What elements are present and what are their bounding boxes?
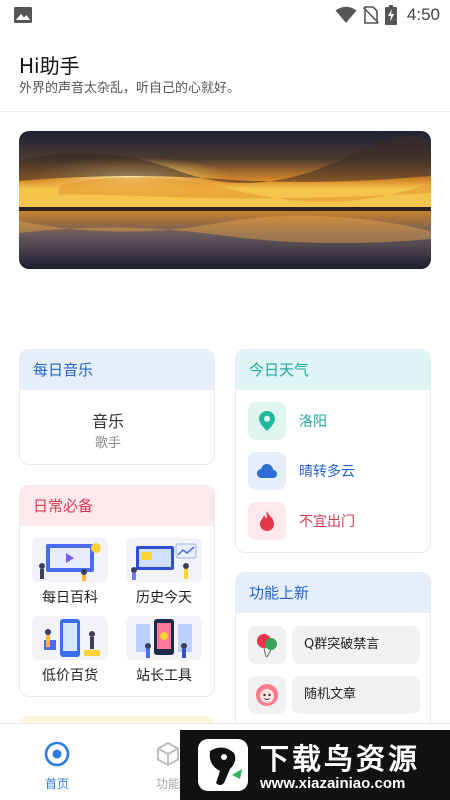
nav-home[interactable]: 首页 (17, 724, 97, 800)
nav-home-label: 首页 (44, 777, 69, 791)
balloon-icon (248, 626, 286, 664)
weather-condition: 晴转多云 (299, 464, 355, 480)
status-time: 4:50 (406, 5, 440, 24)
weather-title: 今日天气 (236, 350, 430, 390)
tool-label: 历史今天 (136, 590, 192, 606)
new-feature-label: 随机文章 (292, 676, 420, 714)
sunset-lake-image (19, 131, 431, 269)
cube-icon (157, 741, 179, 767)
flame-icon (248, 502, 286, 540)
encyclopedia-illustration (32, 538, 108, 582)
banner-image[interactable] (19, 131, 431, 269)
flower-face-icon (248, 676, 286, 714)
history-illustration (126, 538, 202, 582)
new-features-card: 功能上新 Q群突破禁言 随机文章 (235, 572, 431, 732)
page-title: Hi助手 (19, 54, 80, 78)
shopping-illustration (32, 616, 108, 660)
song-title: 音乐 (91, 412, 124, 431)
status-bar: 4:50 (0, 0, 450, 30)
new-feature-item[interactable]: 随机文章 (248, 676, 420, 714)
battery-charging-icon (384, 5, 397, 25)
watermark-overlay: 下载鸟资源 www.xiazainiao.com (180, 730, 450, 800)
new-features-title: 功能上新 (236, 573, 430, 613)
tool-history-today[interactable]: 历史今天 (124, 538, 204, 607)
tool-label: 站长工具 (136, 668, 192, 684)
webmaster-illustration (126, 616, 202, 660)
image-icon (14, 7, 32, 23)
wifi-icon (335, 6, 357, 23)
watermark-url: www.xiazainiao.com (260, 775, 406, 792)
weather-advice-row: 不宜出门 (248, 502, 355, 540)
app-header: Hi助手 外界的声音太杂乱，听自己的心就好。 (0, 30, 450, 112)
song-artist: 歌手 (94, 436, 121, 451)
daily-essentials-title: 日常必备 (20, 486, 214, 526)
daily-music-title: 每日音乐 (20, 350, 214, 390)
location-pin-icon (248, 402, 286, 440)
bird-logo-icon (198, 739, 248, 791)
weather-condition-row: 晴转多云 (248, 452, 355, 490)
watermark-name: 下载鸟资源 (260, 742, 421, 776)
no-sim-icon (362, 6, 379, 24)
tool-label: 低价百货 (42, 668, 98, 684)
weather-card[interactable]: 今日天气 洛阳 晴转多云 不宜出门 (235, 349, 431, 553)
weather-city-row: 洛阳 (248, 402, 327, 440)
tool-webmaster[interactable]: 站长工具 (124, 616, 204, 685)
home-target-icon (44, 741, 70, 767)
tool-encyclopedia[interactable]: 每日百科 (30, 538, 110, 607)
daily-music-card[interactable]: 每日音乐 音乐 歌手 (19, 349, 215, 465)
new-feature-item[interactable]: Q群突破禁言 (248, 626, 420, 664)
weather-city: 洛阳 (299, 414, 327, 430)
tool-low-price-goods[interactable]: 低价百货 (30, 616, 110, 685)
tool-label: 每日百科 (42, 590, 98, 606)
weather-advice: 不宜出门 (299, 514, 355, 530)
cloud-icon (248, 452, 286, 490)
daily-essentials-card: 日常必备 每日百科 历史今天 低价百货 站长工具 (19, 485, 215, 697)
new-feature-label: Q群突破禁言 (292, 626, 420, 664)
page-subtitle: 外界的声音太杂乱，听自己的心就好。 (19, 81, 241, 96)
